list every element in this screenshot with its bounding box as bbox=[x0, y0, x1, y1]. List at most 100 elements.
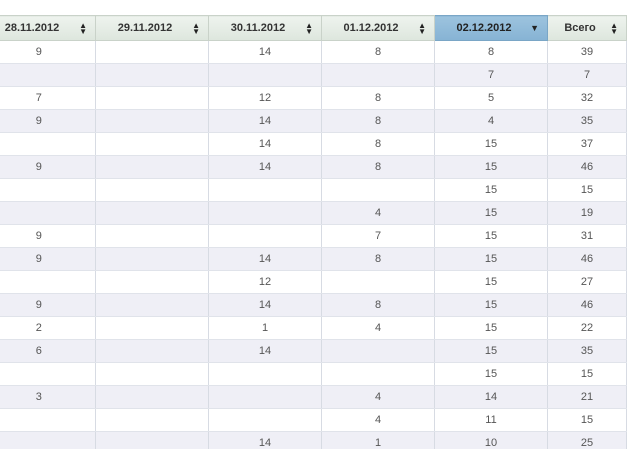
table-cell: 14 bbox=[208, 132, 322, 156]
total-cell: 21 bbox=[547, 385, 627, 409]
table-row[interactable]: 9 14 8 4 35 bbox=[0, 109, 627, 133]
total-cell: 37 bbox=[547, 132, 627, 156]
table-row[interactable]: 9 14 8 15 46 bbox=[0, 155, 627, 179]
sort-both-icon[interactable]: ▲ ▼ bbox=[305, 16, 313, 40]
table-cell bbox=[321, 339, 435, 363]
table-cell: 15 bbox=[434, 201, 548, 225]
table-cell: 1 bbox=[208, 316, 322, 340]
total-cell: 19 bbox=[547, 201, 627, 225]
table-row[interactable]: 9 7 15 31 bbox=[0, 224, 627, 248]
table-row[interactable]: 15 15 bbox=[0, 178, 627, 202]
total-cell: 25 bbox=[547, 431, 627, 449]
table-cell: 14 bbox=[208, 247, 322, 271]
table-row[interactable]: 3 4 14 21 bbox=[0, 385, 627, 409]
table-cell: 9 bbox=[0, 155, 96, 179]
table-cell bbox=[208, 178, 322, 202]
column-header-5[interactable]: 02.12.2012 ▼ bbox=[434, 15, 548, 41]
table-cell bbox=[321, 63, 435, 87]
table-row[interactable]: 6 14 15 35 bbox=[0, 339, 627, 363]
table-row[interactable]: 4 11 15 bbox=[0, 408, 627, 432]
total-cell: 22 bbox=[547, 316, 627, 340]
column-header-label: Всего bbox=[564, 22, 596, 34]
sort-both-icon[interactable]: ▲ ▼ bbox=[610, 16, 618, 40]
table-cell: 15 bbox=[434, 316, 548, 340]
table-cell: 15 bbox=[434, 132, 548, 156]
total-cell: 15 bbox=[547, 178, 627, 202]
table-row[interactable]: 77 bbox=[0, 63, 627, 87]
table-cell: 14 bbox=[208, 431, 322, 449]
table-cell: 8 bbox=[321, 109, 435, 133]
table-cell bbox=[95, 385, 209, 409]
total-cell: 46 bbox=[547, 247, 627, 271]
table-cell bbox=[95, 63, 209, 87]
table-cell bbox=[95, 431, 209, 449]
table-cell: 14 bbox=[208, 339, 322, 363]
table-cell bbox=[321, 178, 435, 202]
table-row[interactable]: 9 14 8 15 46 bbox=[0, 247, 627, 271]
table-cell bbox=[321, 270, 435, 294]
column-header-6[interactable]: Всего ▲ ▼ bbox=[547, 15, 627, 41]
table-row[interactable]: 4 15 19 bbox=[0, 201, 627, 225]
table-row[interactable]: 9 14 8 8 39 bbox=[0, 40, 627, 64]
table-row[interactable]: 12 15 27 bbox=[0, 270, 627, 294]
table-cell bbox=[95, 247, 209, 271]
sort-desc-icon[interactable]: ▼ bbox=[530, 16, 539, 40]
column-header-1[interactable]: 28.11.2012 ▲ ▼ bbox=[0, 15, 96, 41]
table-cell: 4 bbox=[321, 408, 435, 432]
table-row[interactable]: 9 14 8 15 46 bbox=[0, 293, 627, 317]
table-cell: 8 bbox=[321, 132, 435, 156]
column-header-4[interactable]: 01.12.2012 ▲ ▼ bbox=[321, 15, 435, 41]
table-row[interactable]: 2 1 4 15 22 bbox=[0, 316, 627, 340]
table-cell bbox=[208, 385, 322, 409]
table-cell: 9 bbox=[0, 247, 96, 271]
table-cell bbox=[95, 270, 209, 294]
table-cell bbox=[95, 132, 209, 156]
table-cell: 5 bbox=[434, 86, 548, 110]
table-row[interactable]: 15 15 bbox=[0, 362, 627, 386]
table-cell: 15 bbox=[434, 247, 548, 271]
table-cell: 7 bbox=[0, 86, 96, 110]
total-cell: 35 bbox=[547, 339, 627, 363]
total-cell: 39 bbox=[547, 40, 627, 64]
table-cell bbox=[95, 293, 209, 317]
table-cell: 7 bbox=[434, 63, 548, 87]
table-cell: 4 bbox=[321, 201, 435, 225]
table-cell: 9 bbox=[0, 40, 96, 64]
sort-both-icon[interactable]: ▲ ▼ bbox=[79, 16, 87, 40]
table-cell bbox=[95, 339, 209, 363]
table-cell: 14 bbox=[434, 385, 548, 409]
table-cell bbox=[95, 109, 209, 133]
table-cell: 15 bbox=[434, 155, 548, 179]
total-cell: 15 bbox=[547, 408, 627, 432]
table-row[interactable]: 7 12 8 5 32 bbox=[0, 86, 627, 110]
data-grid: 28.11.2012 ▲ ▼ 29.11.2012 ▲ ▼ 30.11.2012 ▲ ▼ 01.1… bbox=[0, 15, 627, 449]
total-cell: 46 bbox=[547, 293, 627, 317]
table-cell bbox=[208, 362, 322, 386]
table-cell: 3 bbox=[0, 385, 96, 409]
table-cell: 15 bbox=[434, 362, 548, 386]
table-cell bbox=[321, 362, 435, 386]
table-cell bbox=[95, 224, 209, 248]
table-cell bbox=[95, 316, 209, 340]
total-cell: 32 bbox=[547, 86, 627, 110]
table-cell: 8 bbox=[321, 40, 435, 64]
column-header-label: 01.12.2012 bbox=[343, 22, 399, 34]
table-cell: 2 bbox=[0, 316, 96, 340]
column-header-label: 30.11.2012 bbox=[230, 22, 286, 34]
table-row[interactable]: 14 1 10 25 bbox=[0, 431, 627, 449]
sort-both-icon[interactable]: ▲ ▼ bbox=[192, 16, 200, 40]
grid-body: 9 14 8 8 39 7 7 7 12 8 5 32 9 14 8 4 35 14 8 15 37 9 14 8 15 46 15… bbox=[0, 40, 627, 449]
sort-both-icon[interactable]: ▲ ▼ bbox=[418, 16, 426, 40]
table-cell: 6 bbox=[0, 339, 96, 363]
table-cell: 4 bbox=[321, 316, 435, 340]
column-header-3[interactable]: 30.11.2012 ▲ ▼ bbox=[208, 15, 322, 41]
column-header-2[interactable]: 29.11.2012 ▲ ▼ bbox=[95, 15, 209, 41]
table-cell bbox=[95, 201, 209, 225]
total-cell: 27 bbox=[547, 270, 627, 294]
table-row[interactable]: 14 8 15 37 bbox=[0, 132, 627, 156]
table-cell: 15 bbox=[434, 270, 548, 294]
table-cell: 8 bbox=[434, 40, 548, 64]
table-cell bbox=[0, 431, 96, 449]
column-header-label: 29.11.2012 bbox=[117, 22, 173, 34]
table-cell: 8 bbox=[321, 247, 435, 271]
